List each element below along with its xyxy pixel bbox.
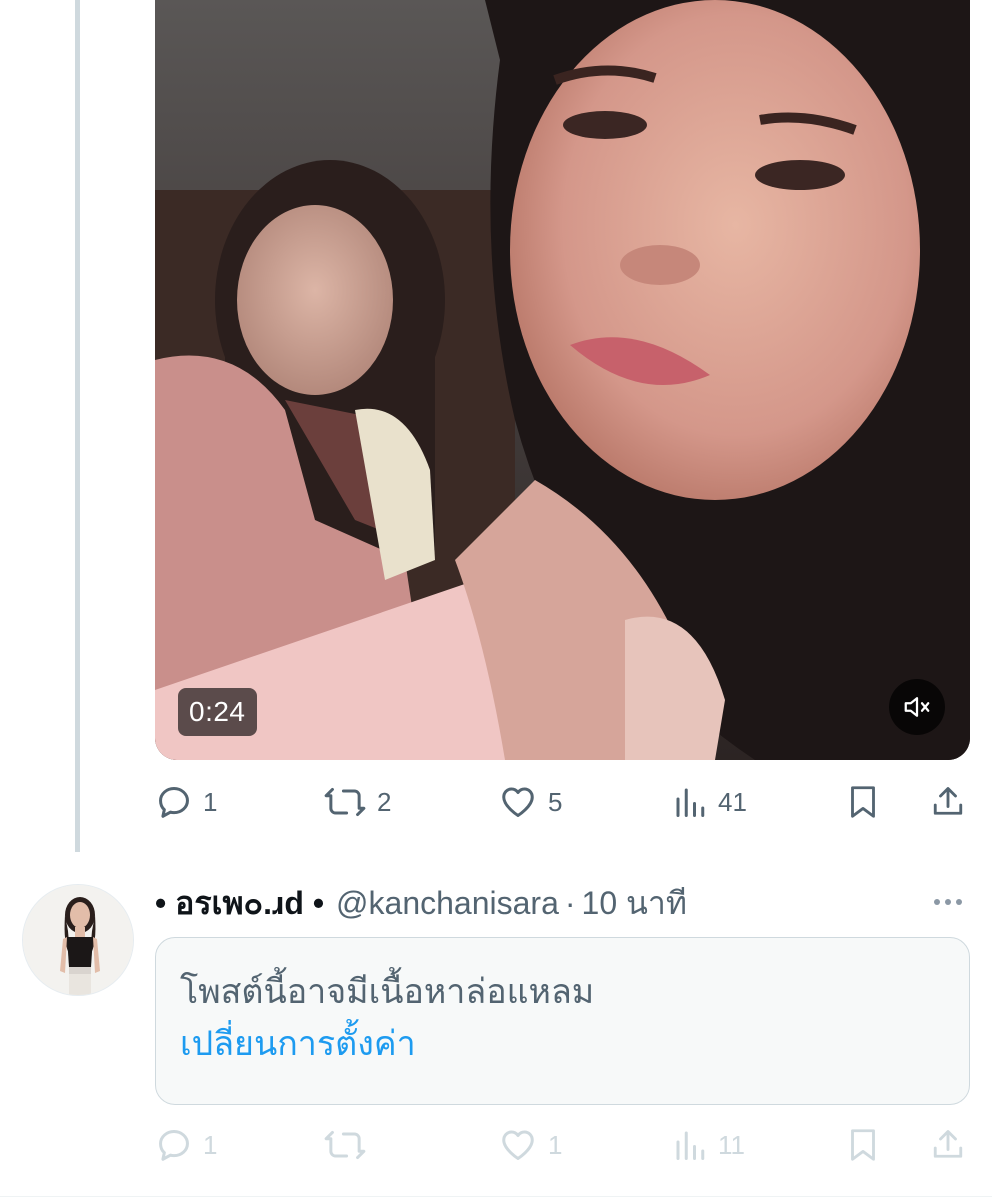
tweet-action-bar: 1 2 5 41	[155, 772, 970, 832]
reply-count: 1	[203, 1129, 218, 1160]
bookmark-icon	[851, 786, 875, 818]
views-button[interactable]: 11	[672, 1115, 745, 1175]
repost-icon	[324, 787, 366, 817]
heart-icon	[502, 787, 534, 817]
mute-toggle-button[interactable]	[889, 679, 945, 735]
like-button[interactable]: 1	[498, 1115, 562, 1175]
views-chart-icon	[676, 788, 705, 817]
views-count: 11	[718, 1129, 745, 1160]
tweet-divider	[0, 1196, 992, 1197]
views-button[interactable]: 41	[672, 772, 747, 832]
avatar[interactable]	[22, 884, 134, 996]
share-icon	[933, 1130, 963, 1158]
reply-action-bar: 1 1 11	[155, 1115, 970, 1175]
heart-icon	[502, 1130, 534, 1160]
views-chart-icon	[676, 1131, 705, 1160]
repost-icon	[324, 1130, 366, 1160]
avatar-photo	[23, 885, 133, 995]
sensitive-notice-text: โพสต์นี้อาจมีเนื้อหาล่อแหลม	[180, 973, 595, 1011]
bookmark-icon	[851, 1129, 875, 1161]
like-count: 1	[548, 1129, 563, 1160]
more-options-button[interactable]	[924, 886, 972, 918]
video-duration-badge: 0:24	[178, 688, 257, 736]
like-count: 5	[548, 786, 563, 817]
reply-count: 1	[203, 786, 218, 817]
share-icon	[933, 787, 963, 815]
speaker-muted-icon	[904, 697, 930, 717]
share-button[interactable]	[930, 1115, 966, 1175]
reply-icon	[159, 787, 189, 818]
more-dot-icon	[945, 899, 951, 905]
views-count: 41	[718, 786, 747, 817]
user-handle[interactable]: @kanchanisara	[336, 885, 559, 922]
video-frame	[155, 0, 970, 760]
repost-count: 2	[377, 786, 392, 817]
change-settings-link[interactable]: เปลี่ยนการตั้งค่า	[180, 1018, 945, 1070]
thread-connector-line	[75, 0, 80, 852]
header-separator: ·	[564, 884, 576, 921]
more-dot-icon	[956, 899, 962, 905]
reply-button[interactable]: 1	[155, 772, 217, 832]
tweet-timestamp[interactable]: 10 นาที	[582, 878, 687, 929]
display-name[interactable]: • อรเพ๐.ɹd •	[155, 878, 324, 929]
sensitive-content-notice: โพสต์นี้อาจมีเนื้อหาล่อแหลม เปลี่ยนการตั…	[155, 937, 970, 1105]
share-button[interactable]	[930, 772, 966, 832]
more-dot-icon	[934, 899, 940, 905]
bookmark-button[interactable]	[845, 772, 881, 832]
timeline-page: 0:24 1 2 5 41 • อรเพ๐.ɹd • @kanchanisara…	[0, 0, 992, 1200]
tweet-header: • อรเพ๐.ɹd • @kanchanisara · 10 นาที	[155, 878, 945, 928]
video-player[interactable]: 0:24	[155, 0, 970, 760]
repost-button[interactable]	[323, 1115, 377, 1175]
reply-button[interactable]: 1	[155, 1115, 217, 1175]
reply-icon	[159, 1130, 189, 1161]
repost-button[interactable]: 2	[323, 772, 391, 832]
like-button[interactable]: 5	[498, 772, 562, 832]
bookmark-button[interactable]	[845, 1115, 881, 1175]
